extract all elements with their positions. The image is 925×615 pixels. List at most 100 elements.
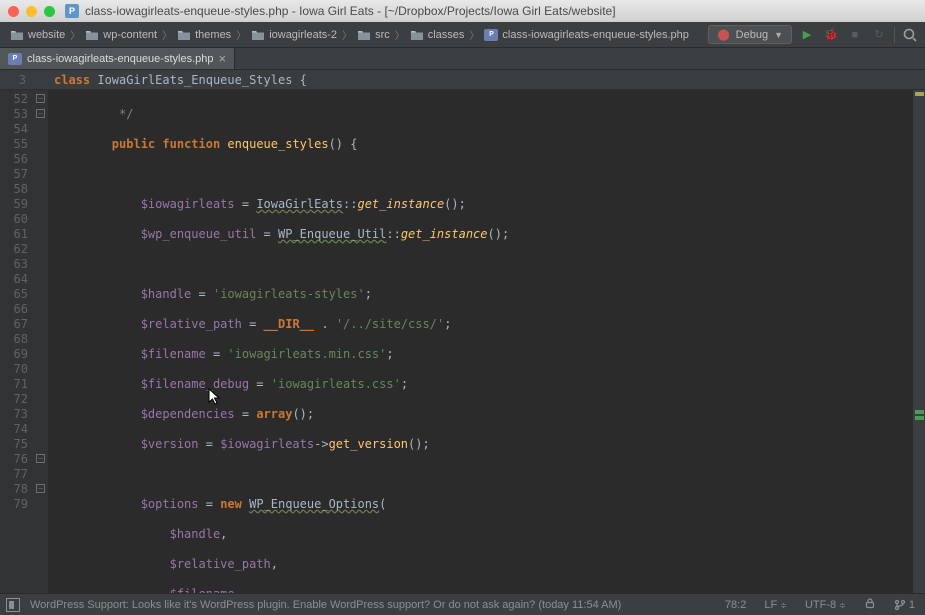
line-number[interactable]: 77 [0,467,28,482]
line-number[interactable]: 55 [0,137,28,152]
fold-toggle[interactable]: – [36,454,45,463]
php-file-icon: P [8,53,22,65]
line-number[interactable]: 59 [0,197,28,212]
window-title: class-iowagirleats-enqueue-styles.php - … [85,4,616,18]
folder-icon [357,29,371,41]
chevron-right-icon: 〉 [70,27,80,42]
change-marker[interactable] [915,416,924,420]
breadcrumb-item[interactable]: themes [173,29,235,41]
fold-column[interactable]: – – – – [34,90,48,593]
line-number[interactable]: 68 [0,332,28,347]
breadcrumb-label: src [375,29,390,41]
warning-marker[interactable] [915,92,924,96]
sticky-line-number: 3 [0,73,34,87]
line-number[interactable]: 60 [0,212,28,227]
line-number[interactable]: 67 [0,317,28,332]
line-number[interactable]: 54 [0,122,28,137]
line-number[interactable]: 56 [0,152,28,167]
line-number[interactable]: 69 [0,347,28,362]
line-number[interactable]: 63 [0,257,28,272]
editor-tabs: P class-iowagirleats-enqueue-styles.php … [0,48,925,70]
line-number[interactable]: 73 [0,407,28,422]
zoom-window-button[interactable] [44,6,55,17]
run-config-label: Debug [736,29,768,41]
fold-toggle[interactable]: – [36,94,45,103]
status-message[interactable]: WordPress Support: Looks like it's WordP… [30,599,711,611]
line-number[interactable]: 53 [0,107,28,122]
run-button[interactable]: ▶ [798,26,816,44]
editor-tab[interactable]: P class-iowagirleats-enqueue-styles.php … [0,48,235,69]
breadcrumb-item[interactable]: iowagirleats-2 [247,29,341,41]
breadcrumb-label: themes [195,29,231,41]
line-number[interactable]: 66 [0,302,28,317]
breadcrumb-item[interactable]: classes [406,29,469,41]
breadcrumb-label: iowagirleats-2 [269,29,337,41]
fold-toggle[interactable]: – [36,109,45,118]
line-number[interactable]: 52 [0,92,28,107]
change-marker[interactable] [915,410,924,414]
window-titlebar: P class-iowagirleats-enqueue-styles.php … [0,0,925,22]
breadcrumb: website〉wp-content〉themes〉iowagirleats-2… [6,27,708,42]
chevron-right-icon: 〉 [469,27,479,42]
stop-button[interactable]: ■ [846,26,864,44]
line-number[interactable]: 58 [0,182,28,197]
line-number[interactable]: 74 [0,422,28,437]
chevron-right-icon: 〉 [395,27,405,42]
line-number[interactable]: 75 [0,437,28,452]
line-number[interactable]: 70 [0,362,28,377]
line-number-gutter[interactable]: 5253545556575859606162636465666768697071… [0,90,34,593]
folder-icon [177,29,191,41]
close-window-button[interactable] [8,6,19,17]
chevron-right-icon: 〉 [236,27,246,42]
folder-icon [85,29,99,41]
file-encoding[interactable]: UTF-8 ≑ [801,599,850,611]
breadcrumb-item[interactable]: Pclass-iowagirleats-enqueue-styles.php [480,29,692,41]
status-bar: WordPress Support: Looks like it's WordP… [0,593,925,615]
line-number[interactable]: 76 [0,452,28,467]
tool-window-toggle-icon[interactable] [6,598,20,612]
breadcrumb-item[interactable]: wp-content [81,29,161,41]
chevron-down-icon: ▼ [774,30,783,40]
minimize-window-button[interactable] [26,6,37,17]
folder-icon [251,29,265,41]
rerun-button[interactable]: ↻ [870,26,888,44]
breadcrumb-item[interactable]: website [6,29,69,41]
line-number[interactable]: 79 [0,497,28,512]
run-config-selector[interactable]: ⬤ Debug ▼ [708,25,792,44]
code-area[interactable]: */ public function enqueue_styles() { $i… [48,90,913,593]
toolbar-right: ⬤ Debug ▼ ▶ 🐞 ■ ↻ [708,25,919,44]
chevron-right-icon: 〉 [162,27,172,42]
sticky-code: class IowaGirlEats_Enqueue_Styles { [34,73,307,87]
navigation-toolbar: website〉wp-content〉themes〉iowagirleats-2… [0,22,925,48]
git-branch-indicator[interactable]: 1 [890,599,919,611]
fold-toggle[interactable]: – [36,484,45,493]
debug-button[interactable]: 🐞 [822,26,840,44]
line-number[interactable]: 65 [0,287,28,302]
line-number[interactable]: 61 [0,227,28,242]
caret-position[interactable]: 78:2 [721,599,750,611]
sticky-scope-header: 3 class IowaGirlEats_Enqueue_Styles { [0,70,925,90]
app-icon: P [65,4,79,18]
php-file-icon: P [484,29,498,41]
bug-icon: ⬤ [717,28,729,41]
search-everywhere-button[interactable] [901,26,919,44]
line-number[interactable]: 72 [0,392,28,407]
folder-icon [10,29,24,41]
folder-icon [410,29,424,41]
line-number[interactable]: 71 [0,377,28,392]
breadcrumb-label: wp-content [103,29,157,41]
breadcrumb-label: classes [428,29,465,41]
close-tab-button[interactable]: × [218,52,226,65]
line-number[interactable]: 78 [0,482,28,497]
chevron-right-icon: 〉 [342,27,352,42]
line-number[interactable]: 57 [0,167,28,182]
line-number[interactable]: 64 [0,272,28,287]
code-editor[interactable]: 5253545556575859606162636465666768697071… [0,90,925,593]
error-stripe[interactable] [913,90,925,593]
tab-label: class-iowagirleats-enqueue-styles.php [27,53,213,65]
line-separator[interactable]: LF ≑ [760,599,791,611]
readonly-toggle[interactable] [860,597,880,612]
line-number[interactable]: 62 [0,242,28,257]
breadcrumb-item[interactable]: src [353,29,394,41]
breadcrumb-label: class-iowagirleats-enqueue-styles.php [502,29,688,41]
